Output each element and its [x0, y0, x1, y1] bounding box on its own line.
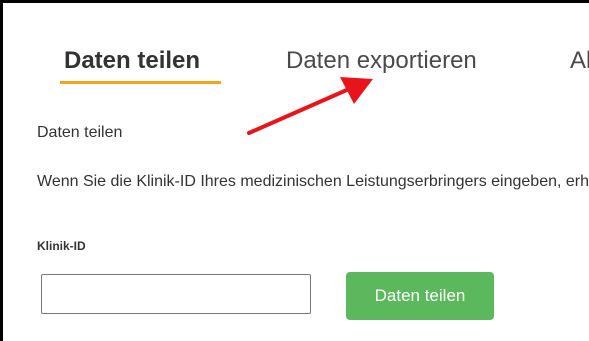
tab-partial-next[interactable]: Al [570, 46, 589, 76]
active-tab-underline [60, 81, 221, 84]
section-title: Daten teilen [37, 124, 123, 141]
tab-daten-teilen[interactable]: Daten teilen [64, 46, 200, 76]
klinik-id-input[interactable] [41, 274, 311, 314]
klinik-id-label: Klinik-ID [37, 239, 86, 253]
section-description: Wenn Sie die Klinik-ID Ihres medizinisch… [37, 173, 589, 190]
screenshot-frame: Daten teilen Daten exportieren Al Daten … [0, 0, 589, 341]
tab-daten-exportieren[interactable]: Daten exportieren [286, 46, 477, 76]
tab-bar: Daten teilen Daten exportieren Al [3, 3, 589, 113]
daten-teilen-button[interactable]: Daten teilen [346, 272, 494, 320]
